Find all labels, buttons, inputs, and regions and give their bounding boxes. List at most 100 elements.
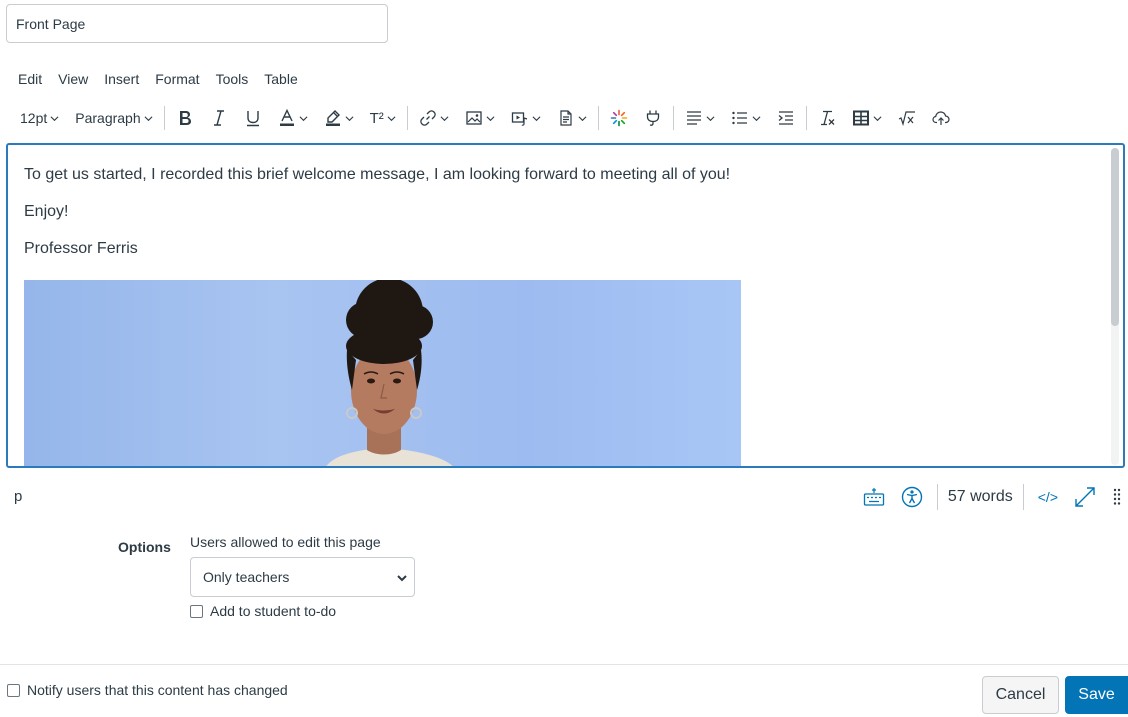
chevron-down-icon [440,115,449,121]
chevron-down-icon [387,115,396,121]
save-button[interactable]: Save [1065,676,1128,714]
cloud-upload-icon [932,111,950,125]
menu-edit[interactable]: Edit [18,71,42,89]
editor-scrollbar[interactable] [1111,148,1119,465]
toolbar-separator [406,106,408,130]
equation-icon [898,111,915,127]
highlight-button[interactable] [316,102,362,134]
options-section-label: Options [118,539,171,555]
indent-icon [778,111,793,125]
media-icon [511,112,528,126]
chevron-down-icon [532,115,541,121]
editor-scrollbar-thumb[interactable] [1111,148,1119,326]
highlight-icon [325,110,340,126]
document-icon [560,110,572,126]
chevron-down-icon [706,115,715,121]
table-icon [852,110,869,126]
list-button[interactable] [723,102,769,134]
italic-icon [213,110,224,126]
document-button[interactable] [549,102,595,134]
accessibility-checker-button[interactable] [893,486,931,508]
presenter-image [326,280,453,466]
chevron-down-icon [752,115,761,121]
menu-insert[interactable]: Insert [104,71,139,89]
editor-paragraph: Professor Ferris [24,240,138,257]
clear-formatting-icon [820,110,835,126]
font-size-dropdown[interactable]: 12pt [12,102,67,134]
html-editor-toggle[interactable]: </> [1030,489,1066,505]
student-todo-checkbox[interactable] [190,604,203,618]
link-icon [420,110,436,126]
chevron-down-icon [345,115,354,121]
table-button[interactable] [844,102,890,134]
plugin-button[interactable] [636,102,670,134]
media-button[interactable] [503,102,549,134]
cancel-button[interactable]: Cancel [982,676,1059,714]
chevron-down-icon [486,115,495,121]
bold-icon [179,111,191,125]
align-button[interactable] [677,102,723,134]
underline-button[interactable] [236,102,270,134]
chevron-down-icon [50,115,59,121]
superscript-button[interactable]: T² [362,102,404,134]
statusbar-actions: 57 words </> [855,482,1122,512]
chevron-down-icon [299,115,308,121]
menu-tools[interactable]: Tools [216,71,249,89]
align-icon [686,111,701,125]
toolbar-separator [805,106,807,130]
code-icon: </> [1037,489,1058,505]
fullscreen-button[interactable] [1066,486,1104,508]
apps-icon [610,109,628,127]
list-icon [732,111,747,125]
accessibility-icon [901,486,923,508]
cloud-upload-button[interactable] [924,102,958,134]
editor-toolbar: 12pt Paragraph T² [12,102,1112,134]
edit-permission-select[interactable]: Only teachers [190,557,415,597]
indent-button[interactable] [769,102,803,134]
keyboard-icon [863,488,884,506]
notify-users-label[interactable]: Notify users that this content has chang… [27,682,288,698]
notify-users-option: Notify users that this content has chang… [7,682,288,698]
student-todo-option: Add to student to-do [190,603,336,619]
rich-content-editor[interactable]: To get us started, I recorded this brief… [6,143,1125,468]
block-format-value: Paragraph [75,110,141,126]
element-path[interactable]: p [14,488,22,505]
statusbar-separator [1022,484,1024,510]
page-title-input[interactable] [6,4,388,43]
notify-users-checkbox[interactable] [7,683,20,697]
chevron-down-icon [578,115,587,121]
footer-divider [0,664,1128,665]
underline-icon [246,111,259,127]
italic-button[interactable] [202,102,236,134]
equation-button[interactable] [890,102,924,134]
editor-paragraph: To get us started, I recorded this brief… [24,166,731,183]
plugin-icon [646,110,659,126]
toolbar-separator [163,106,165,130]
edit-permission-label: Users allowed to edit this page [190,534,381,550]
menu-view[interactable]: View [58,71,88,89]
apps-button[interactable] [602,102,636,134]
menu-format[interactable]: Format [155,71,199,89]
embedded-video-thumbnail[interactable] [24,280,741,466]
word-count[interactable]: 57 words [944,488,1017,506]
superscript-icon: T² [369,109,384,127]
student-todo-label[interactable]: Add to student to-do [210,603,336,619]
image-button[interactable] [457,102,503,134]
resize-handle[interactable] [1104,487,1122,507]
chevron-down-icon [144,115,153,121]
block-format-dropdown[interactable]: Paragraph [67,102,160,134]
editor-statusbar: p 57 words </> [0,478,1128,516]
text-color-button[interactable] [270,102,316,134]
link-button[interactable] [411,102,457,134]
text-color-icon [279,109,294,126]
edit-permission-value: Only teachers [203,569,290,585]
toolbar-separator [597,106,599,130]
keyboard-shortcuts-button[interactable] [855,487,893,507]
menu-table[interactable]: Table [264,71,297,89]
bold-button[interactable] [168,102,202,134]
drag-handle-icon [1113,488,1121,505]
editor-content[interactable]: To get us started, I recorded this brief… [24,165,1104,276]
expand-icon [1075,487,1095,507]
chevron-down-icon [397,575,407,582]
clear-formatting-button[interactable] [810,102,844,134]
